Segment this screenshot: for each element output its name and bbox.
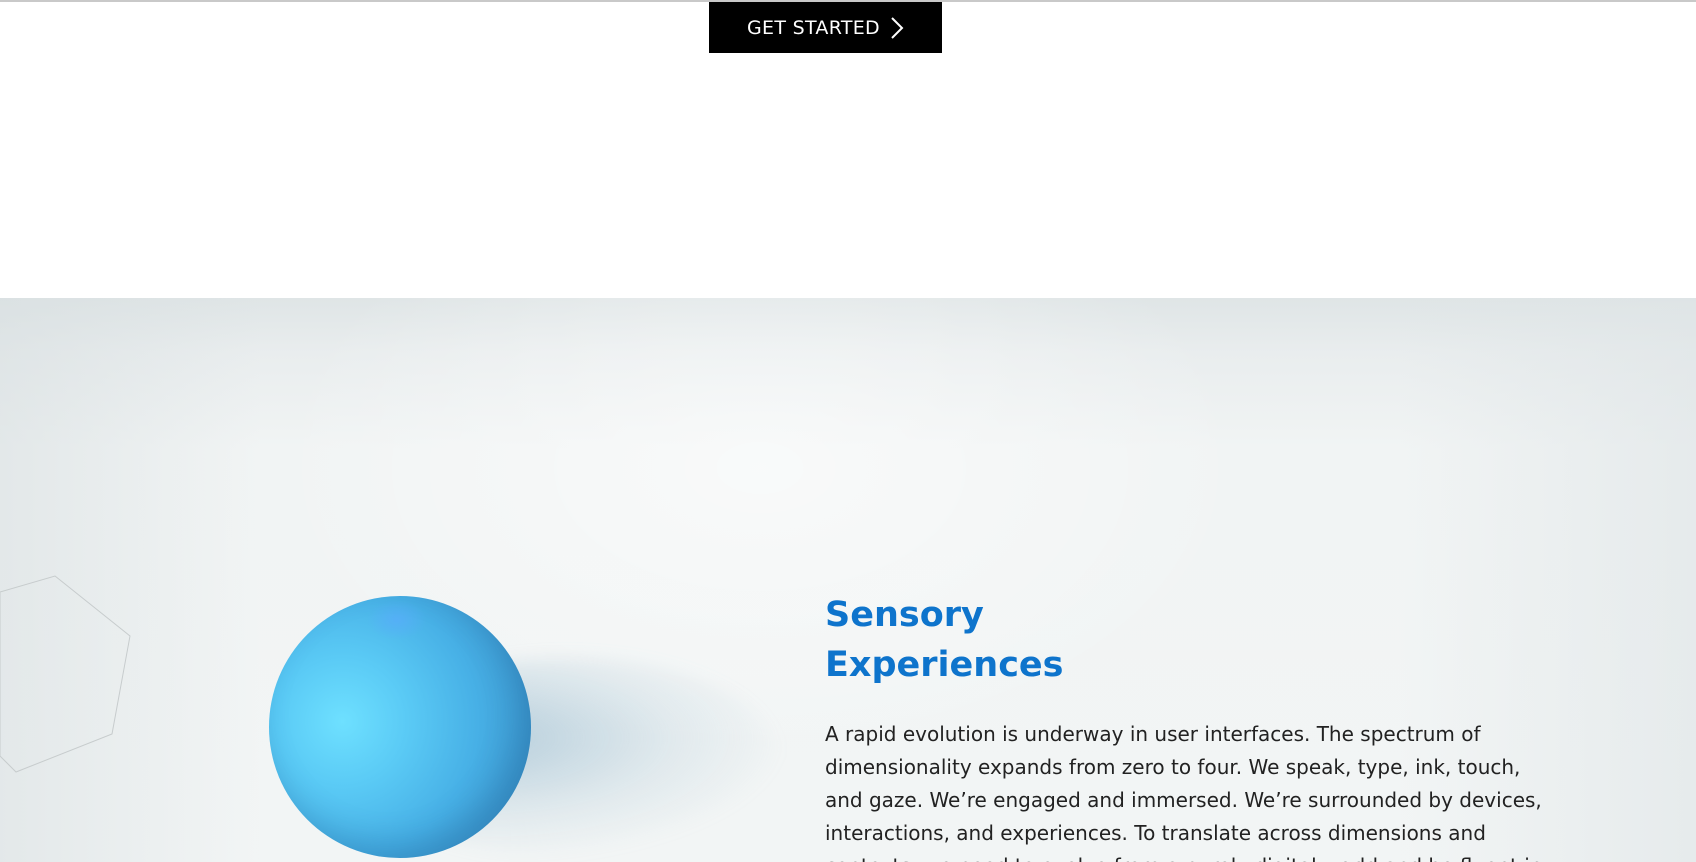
chevron-right-icon [890, 16, 904, 40]
section-title-line-1: Sensory [825, 595, 984, 635]
hexagon-outline-decoration [0, 575, 131, 773]
sensory-experiences-section: Sensory Experiences A rapid evolution is… [0, 298, 1696, 862]
get-started-label: GET STARTED [747, 16, 880, 39]
blue-sphere-illustration [269, 596, 531, 858]
section-description: A rapid evolution is underway in user in… [825, 722, 1542, 862]
section-title-line-2: Experiences [825, 645, 1064, 685]
page: GET STARTED Sensory Experiences A rapid … [0, 0, 1696, 862]
section-title: Sensory Experiences [825, 590, 1145, 690]
get-started-button[interactable]: GET STARTED [709, 2, 942, 53]
